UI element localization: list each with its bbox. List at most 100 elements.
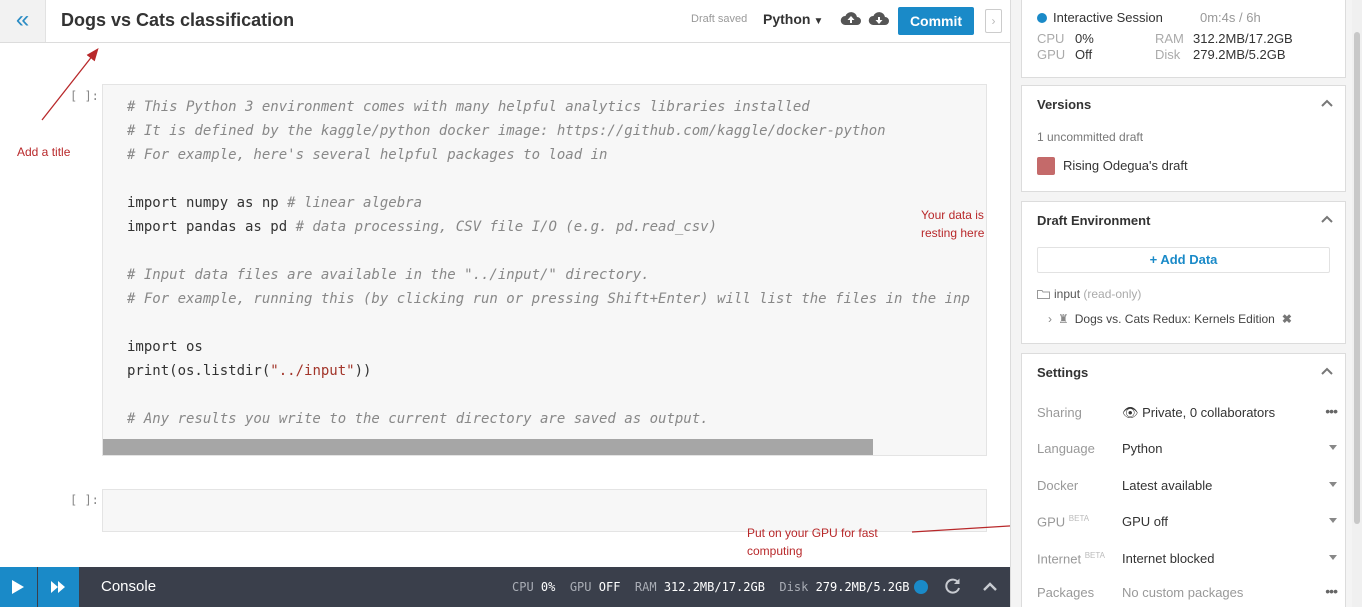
more-icon[interactable]: ••• [1325, 583, 1338, 599]
setting-value: Latest available [1122, 478, 1213, 493]
annotation-title-note: Add a title [17, 145, 71, 159]
cloud-download-icon[interactable] [868, 9, 890, 29]
chevron-right-icon[interactable]: › [985, 9, 1002, 33]
settings-heading: Settings [1037, 365, 1089, 380]
draft-environment-heading: Draft Environment [1037, 213, 1151, 228]
setting-key: Language [1037, 441, 1095, 456]
setting-language[interactable]: Language Python [1037, 441, 1337, 461]
folder-icon [1037, 290, 1050, 299]
input-folder[interactable]: input (read-only) [1037, 287, 1141, 301]
setting-value: 👁 Private, 0 collaborators [1122, 405, 1275, 421]
console-gpu-label: GPU [569, 580, 592, 594]
editor-header: « Dogs vs Cats classification Draft save… [0, 0, 1010, 43]
code-cell-1[interactable]: # This Python 3 environment comes with m… [102, 84, 987, 456]
session-label: Interactive Session [1053, 10, 1163, 25]
read-only-label: (read-only) [1083, 287, 1142, 301]
annotation-data-note-line2: resting here [921, 226, 985, 240]
setting-value: GPU off [1122, 514, 1169, 529]
annotation-gpu-note: Put on your GPU for fast computing [747, 524, 878, 560]
add-data-button[interactable]: + Add Data [1037, 247, 1330, 273]
session-cpu-label: CPU [1037, 31, 1065, 46]
notebook-title[interactable]: Dogs vs Cats classification [61, 10, 294, 31]
language-dropdown[interactable]: Python ▼ [763, 11, 823, 27]
arrow-to-title [41, 47, 99, 121]
console-disk-label: Disk [779, 580, 809, 594]
code-line: # For example, here's several helpful pa… [127, 147, 608, 163]
dropdown-caret-icon[interactable] [1329, 518, 1337, 524]
annotation-data-note-line1: Your data is [921, 208, 984, 222]
dropdown-caret-icon[interactable] [1329, 445, 1337, 451]
uncommitted-count: 1 uncommitted draft [1037, 130, 1144, 144]
console-bar: Console CPU 0% GPU OFF RAM 312.2MB/17.2G… [0, 567, 1010, 607]
draft-environment-card: Draft Environment + Add Data input (read… [1021, 201, 1346, 344]
language-dropdown-label: Python [763, 11, 811, 27]
draft-version-link[interactable]: Rising Odegua's draft [1063, 158, 1188, 173]
setting-value: Internet blocked [1122, 551, 1215, 566]
session-gpu-value: Off [1075, 47, 1093, 62]
beta-badge: BETA [1084, 551, 1106, 560]
session-gpu-label: GPU [1037, 47, 1066, 62]
settings-card: Settings Sharing 👁 Private, 0 collaborat… [1021, 353, 1346, 607]
console-cpu-label: CPU [512, 580, 534, 594]
cell-2-prompt: [ ]: [70, 493, 99, 507]
cloud-upload-icon[interactable] [840, 9, 862, 29]
cell-1-prompt: [ ]: [70, 89, 99, 103]
session-card: Interactive Session 0m:4s / 6h CPU 0% GP… [1021, 0, 1346, 78]
sidebar-scrollbar-thumb[interactable] [1354, 32, 1360, 524]
chevron-right-icon[interactable]: › [1048, 312, 1052, 326]
setting-key: Sharing [1037, 405, 1082, 420]
code-line: # For example, running this (by clicking… [127, 291, 970, 307]
console-gpu-value: OFF [598, 580, 621, 594]
code-line: # Input data files are available in the … [127, 267, 650, 283]
right-sidebar: Interactive Session 0m:4s / 6h CPU 0% GP… [1010, 0, 1352, 607]
collapse-sidebar-icon[interactable]: « [0, 0, 46, 42]
run-cell-button[interactable] [0, 567, 37, 607]
annotation-data-note: Your data is resting here [921, 206, 984, 242]
chevron-up-icon[interactable] [1321, 366, 1333, 376]
setting-key: GPU BETA [1037, 514, 1089, 529]
annotation-gpu-note-line2: computing [747, 544, 803, 558]
more-icon[interactable]: ••• [1325, 403, 1338, 419]
horizontal-scrollbar[interactable] [103, 439, 873, 455]
session-ram-value: 312.2MB/17.2GB [1193, 31, 1293, 46]
commit-button[interactable]: Commit [898, 7, 974, 35]
close-icon[interactable]: ✖ [1282, 312, 1292, 326]
dropdown-caret-icon[interactable] [1329, 555, 1337, 561]
console-ram-label: RAM [634, 580, 657, 594]
setting-docker[interactable]: Docker Latest available [1037, 478, 1337, 498]
code-line: import os [127, 339, 203, 355]
session-status-dot-icon [1037, 13, 1047, 23]
code-line: import pandas as pd # data processing, C… [127, 219, 718, 235]
code-line: # It is defined by the kaggle/python doc… [127, 123, 886, 139]
code-line: import numpy as np # linear algebra [127, 195, 423, 211]
session-ram-label: RAM [1155, 31, 1184, 46]
setting-packages[interactable]: Packages No custom packages ••• [1037, 583, 1338, 605]
fast-forward-icon [51, 581, 65, 593]
chevron-up-icon[interactable] [982, 579, 998, 593]
setting-gpu[interactable]: GPU BETA GPU off [1037, 514, 1337, 534]
setting-value: Python [1122, 441, 1163, 456]
sidebar-scrollbar[interactable] [1352, 0, 1362, 607]
session-disk-label: Disk [1155, 47, 1181, 62]
setting-key-text: GPU [1037, 514, 1066, 530]
avatar [1037, 157, 1055, 175]
refresh-icon[interactable] [943, 576, 963, 596]
session-time: 0m:4s / 6h [1200, 10, 1261, 25]
setting-value-text: Private, 0 collaborators [1142, 405, 1276, 420]
chevron-up-icon[interactable] [1321, 98, 1333, 108]
play-icon [12, 580, 24, 594]
dropdown-caret-icon[interactable] [1329, 482, 1337, 488]
console-resource-stats: CPU 0% GPU OFF RAM 312.2MB/17.2GB Disk 2… [512, 580, 909, 594]
dataset-item[interactable]: › ♜ Dogs vs. Cats Redux: Kernels Edition ✖ [1048, 312, 1292, 326]
setting-sharing[interactable]: Sharing 👁 Private, 0 collaborators ••• [1037, 403, 1338, 425]
console-toggle[interactable]: Console [101, 578, 156, 595]
plus-icon: + [1149, 252, 1158, 267]
setting-internet[interactable]: Internet BETA Internet blocked [1037, 551, 1337, 571]
run-all-button[interactable] [38, 567, 79, 607]
code-editor[interactable]: # This Python 3 environment comes with m… [127, 95, 970, 431]
chevron-up-icon[interactable] [1321, 214, 1333, 224]
trophy-icon: ♜ [1058, 312, 1069, 326]
versions-card: Versions 1 uncommitted draft Rising Odeg… [1021, 85, 1346, 192]
